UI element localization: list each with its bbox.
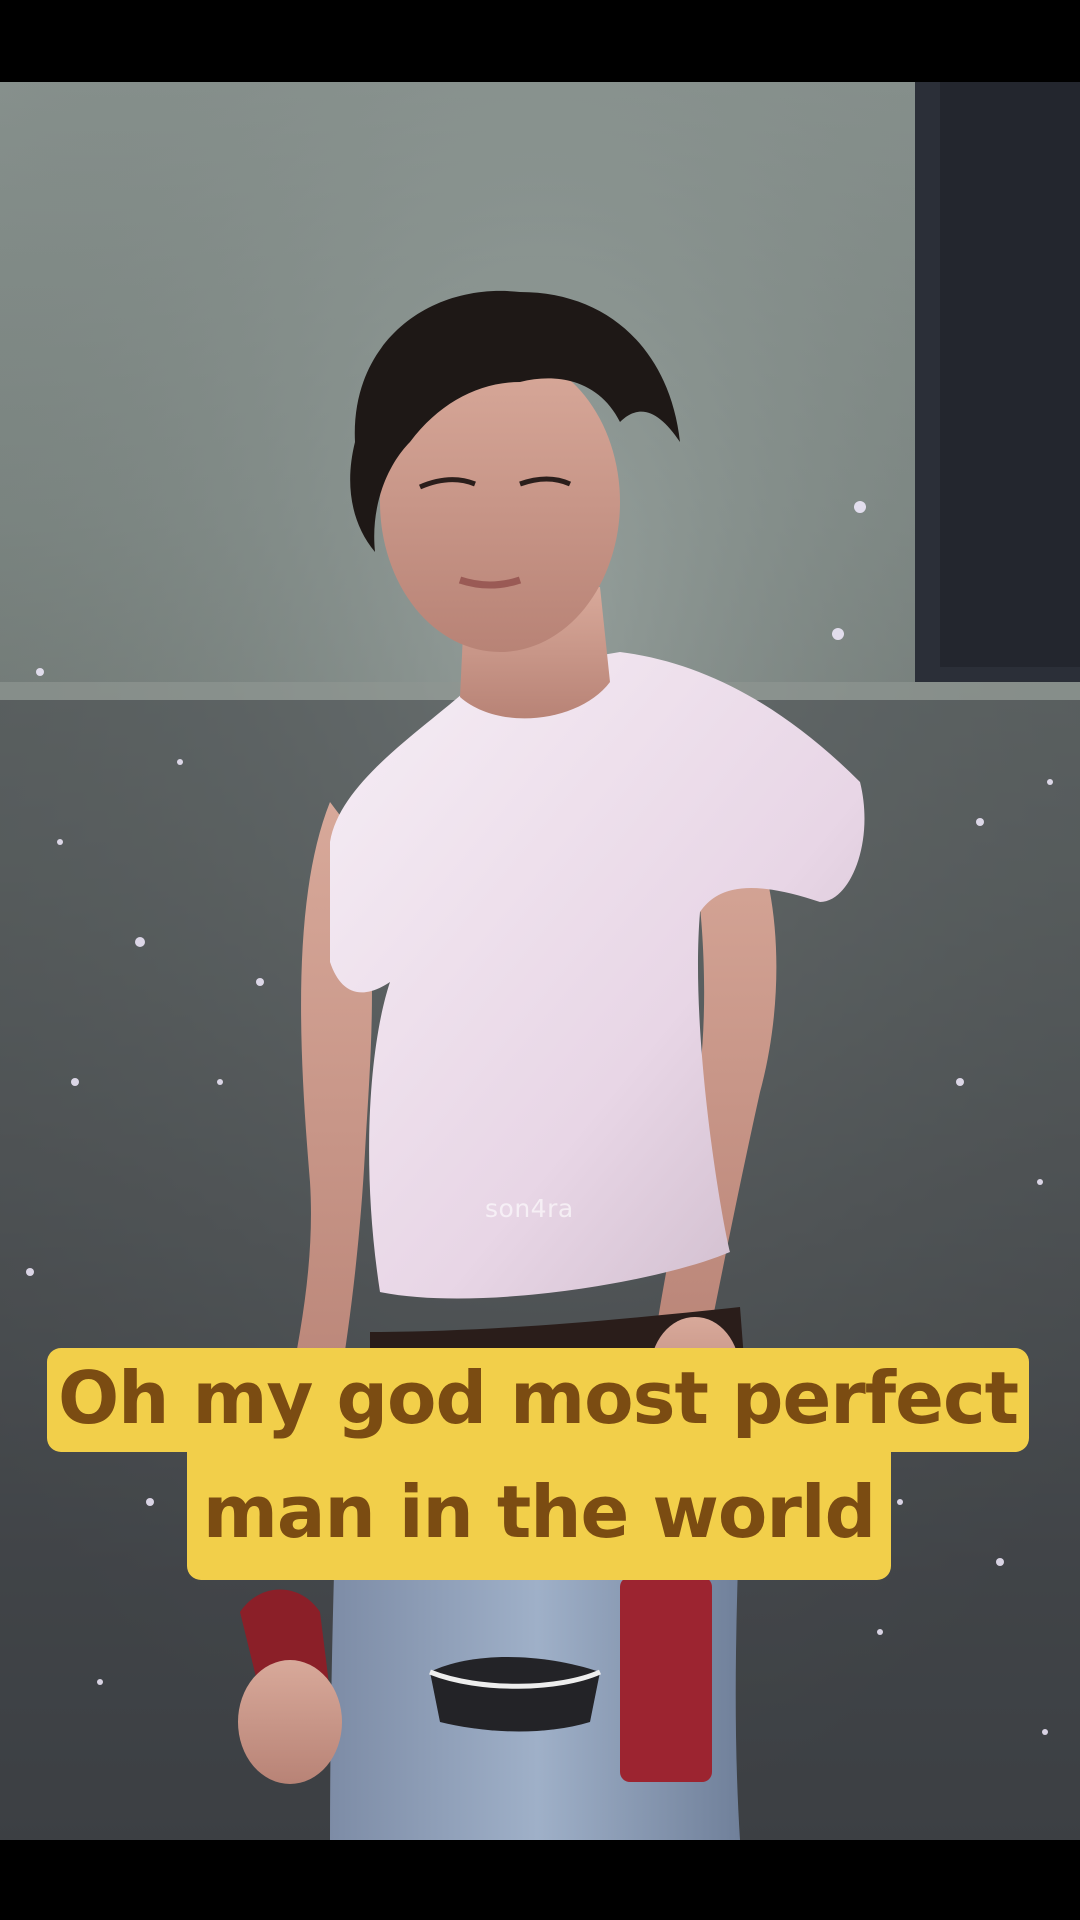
video-watermark: son4ra	[485, 1194, 574, 1223]
video-screen: son4ra Oh my god most perfect man in the…	[0, 0, 1080, 1920]
caption-line-2: man in the world	[187, 1452, 891, 1580]
letterbox-bottom	[0, 1840, 1080, 1920]
letterbox-top	[0, 0, 1080, 82]
caption-line-1: Oh my god most perfect	[47, 1348, 1029, 1452]
